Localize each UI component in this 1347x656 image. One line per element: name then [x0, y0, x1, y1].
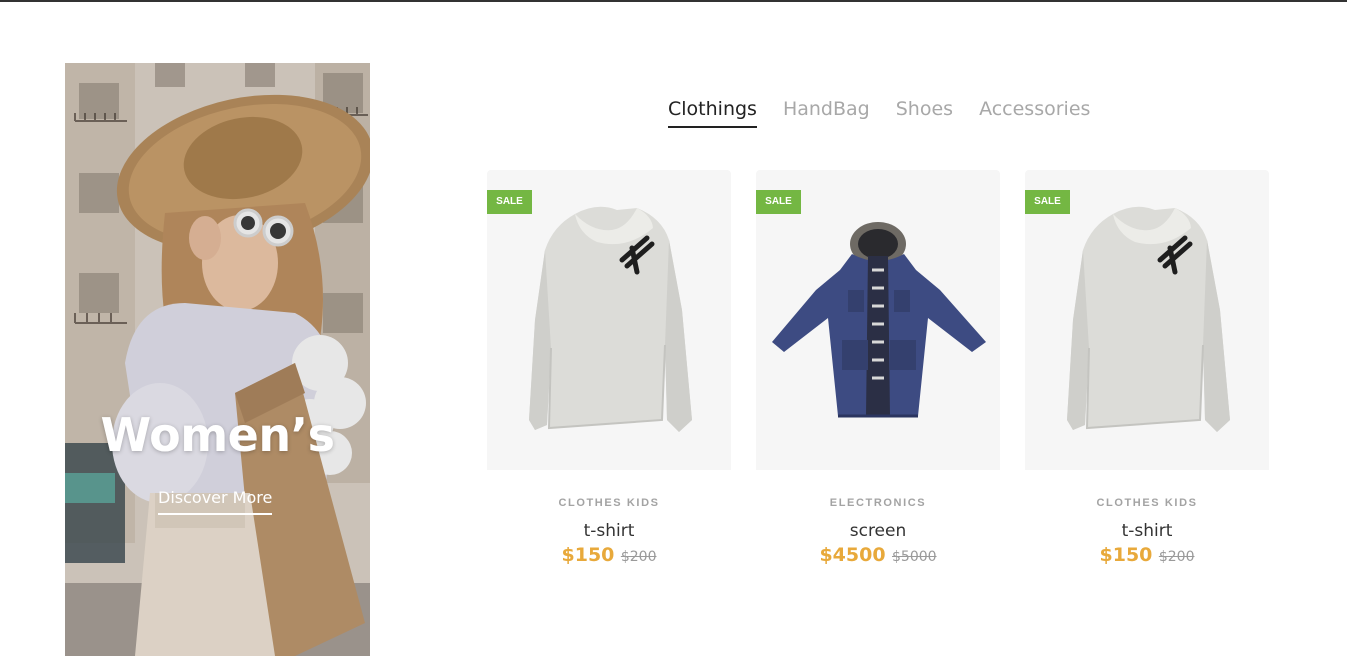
- white-sweater-icon: [1067, 206, 1230, 432]
- current-price: $4500: [819, 544, 886, 566]
- tab-accessories[interactable]: Accessories: [979, 98, 1090, 128]
- womens-banner[interactable]: Women’s Discover More: [65, 63, 370, 656]
- product-card: SALE ELECTRONICS screen $4500 $5000: [756, 170, 1000, 566]
- top-border: [0, 0, 1347, 2]
- sale-badge: SALE: [1025, 190, 1070, 214]
- category-tabs: Clothings HandBag Shoes Accessories: [668, 98, 1090, 128]
- discover-more-link[interactable]: Discover More: [158, 488, 273, 515]
- product-name[interactable]: screen: [756, 521, 1000, 541]
- old-price: $200: [1158, 549, 1195, 565]
- product-name[interactable]: t-shirt: [1025, 521, 1269, 541]
- product-price: $150 $200: [1025, 544, 1269, 566]
- product-name[interactable]: t-shirt: [487, 521, 731, 541]
- old-price: $200: [620, 549, 657, 565]
- current-price: $150: [1099, 544, 1153, 566]
- product-category: CLOTHES KIDS: [558, 497, 660, 509]
- product-image-link[interactable]: SALE: [756, 170, 1000, 470]
- current-price: $150: [561, 544, 615, 566]
- product-card: SALE CLOTHES KIDS t-shirt $150 $200: [1025, 170, 1269, 566]
- tab-handbag[interactable]: HandBag: [783, 98, 870, 128]
- old-price: $5000: [892, 549, 937, 565]
- product-image-link[interactable]: SALE: [487, 170, 731, 470]
- product-card: SALE CLOTHES KIDS t-shirt $150 $200: [487, 170, 731, 566]
- navy-parka-icon: [772, 222, 986, 418]
- white-sweater-icon: [529, 206, 692, 432]
- product-category: CLOTHES KIDS: [1096, 497, 1198, 509]
- banner-photo: [65, 63, 370, 656]
- banner-title: Women’s: [100, 408, 335, 462]
- sale-badge: SALE: [756, 190, 801, 214]
- product-image-link[interactable]: SALE: [1025, 170, 1269, 470]
- tab-shoes[interactable]: Shoes: [896, 98, 953, 128]
- tab-clothings[interactable]: Clothings: [668, 98, 757, 128]
- sale-badge: SALE: [487, 190, 532, 214]
- product-price: $150 $200: [487, 544, 731, 566]
- product-category: ELECTRONICS: [829, 497, 927, 509]
- product-price: $4500 $5000: [756, 544, 1000, 566]
